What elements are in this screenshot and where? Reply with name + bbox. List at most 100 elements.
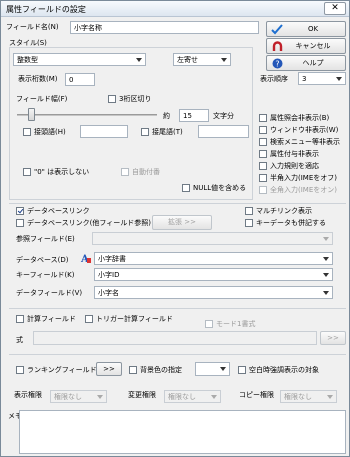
option-label: 入力規則を適応 <box>270 162 319 170</box>
data-field-select[interactable]: 小字名 <box>94 286 333 299</box>
database-label: データベース(D) <box>16 256 69 264</box>
edit-permission-label: 変更権限 <box>128 391 156 399</box>
bg-color-label: 背景色の指定 <box>140 366 182 374</box>
option-checkbox-3[interactable]: 検索メニュー等非表示 <box>259 137 340 147</box>
db-link-other-field-label: データベースリンク(他フィールド参照) <box>27 219 151 227</box>
copy-permission-label: コピー権限 <box>239 391 274 399</box>
option-label: 属性付与非表示 <box>270 150 319 158</box>
option-label: 検索メニュー等非表示 <box>270 138 340 146</box>
database-select[interactable]: 小字辞書 <box>94 252 333 265</box>
window-title: 属性フィールドの設定 <box>6 5 86 14</box>
option-label: ウィンドウ非表示(W) <box>270 126 339 134</box>
alignment-select[interactable]: 左寄せ <box>173 53 231 66</box>
display-order-label: 表示順序 <box>260 75 288 83</box>
option-label: 半角入力(IMEをオフ) <box>270 174 337 182</box>
divider-calc <box>9 308 346 309</box>
field-width-label: フィールド幅(F) <box>16 95 68 103</box>
chars-unit-label: 文字分 <box>213 112 234 120</box>
thousands-separator-checkbox[interactable]: 3桁区切り <box>108 94 151 104</box>
suffix-input[interactable] <box>198 125 249 138</box>
copy-permission-select[interactable]: 権限なし <box>280 390 337 403</box>
database-icon[interactable]: A <box>80 252 92 264</box>
view-permission-label: 表示権限 <box>14 391 42 399</box>
formula-more-button[interactable]: >> <box>320 331 346 345</box>
prefix-input[interactable] <box>80 125 128 138</box>
ok-label: OK <box>307 25 319 33</box>
check-icon <box>271 24 283 35</box>
auto-number-label: 自動付番 <box>132 168 160 176</box>
help-label: ヘルプ <box>302 59 324 67</box>
blank-emphasis-label: 空白時強調表示の対象 <box>249 366 319 374</box>
cancel-label: キャンセル <box>295 42 331 50</box>
calc-field-checkbox[interactable]: 計算フィールド <box>16 314 76 324</box>
key-data-checkbox[interactable]: キーデータも併記する <box>245 218 326 228</box>
display-digits-input[interactable]: 0 <box>65 73 95 86</box>
ranking-field-checkbox[interactable]: ランキングフィールド <box>16 365 97 375</box>
svg-text:?: ? <box>275 60 279 69</box>
null-include-label: NULL値を含める <box>193 184 247 192</box>
divider-db <box>9 203 346 204</box>
view-permission-select[interactable]: 権限なし <box>50 390 107 403</box>
help-button[interactable]: ? ヘルプ <box>266 55 346 71</box>
ref-field-select[interactable] <box>92 232 333 245</box>
ranking-field-label: ランキングフィールド <box>27 366 97 374</box>
blank-emphasis-checkbox[interactable]: 空白時強調表示の対象 <box>238 365 319 375</box>
suffix-label: 接尾語(T) <box>152 128 183 136</box>
bg-color-checkbox[interactable]: 背景色の指定 <box>129 365 182 375</box>
style-group <box>9 47 253 200</box>
ref-field-label: 参照フィールド(E) <box>16 235 75 243</box>
option-label: 属性照会非表示(B) <box>270 114 330 122</box>
key-data-label: キーデータも併記する <box>256 219 326 227</box>
key-field-label: キーフィールド(K) <box>16 271 75 279</box>
ok-button[interactable]: OK <box>266 21 346 37</box>
option-checkbox-7[interactable]: 全角入力(IMEをオン) <box>259 185 337 195</box>
field-name-input[interactable]: 小字名称 <box>70 21 259 34</box>
display-digits-label: 表示桁数(M) <box>18 75 58 83</box>
hide-zero-label: "0" は表示しない <box>34 168 90 176</box>
bg-color-select[interactable] <box>195 362 230 376</box>
thousands-separator-label: 3桁区切り <box>119 95 152 103</box>
option-checkbox-1[interactable]: 属性照会非表示(B) <box>259 113 329 123</box>
data-type-select[interactable]: 整数型 <box>13 53 146 66</box>
suffix-checkbox[interactable]: 接尾語(T) <box>141 127 183 137</box>
memo-textarea[interactable] <box>19 410 346 454</box>
option-checkbox-5[interactable]: 入力規則を適応 <box>259 161 319 171</box>
close-button[interactable]: ✕ <box>324 2 346 15</box>
formula-label: 式 <box>16 336 23 344</box>
db-link-label: データベースリンク <box>27 207 90 215</box>
approx-label: 約 <box>163 112 170 120</box>
ranking-more-button[interactable]: >> <box>96 362 122 376</box>
edit-permission-select[interactable]: 権限なし <box>164 390 221 403</box>
display-order-select[interactable]: 3 <box>298 72 346 85</box>
title-bar: 属性フィールドの設定 ✕ <box>1 1 349 17</box>
trigger-calc-label: トリガー計算フィールド <box>96 315 173 323</box>
option-checkbox-6[interactable]: 半角入力(IMEをオフ) <box>259 173 337 183</box>
trigger-calc-checkbox[interactable]: トリガー計算フィールド <box>85 314 173 324</box>
db-link-other-field-checkbox[interactable]: データベースリンク(他フィールド参照) <box>16 218 151 228</box>
divider-misc <box>9 354 346 355</box>
width-slider-thumb[interactable] <box>28 108 35 121</box>
expand-button[interactable]: 拡張 >> <box>152 215 212 230</box>
key-field-select[interactable]: 小字ID <box>94 268 333 281</box>
auto-number-checkbox[interactable]: 自動付番 <box>121 167 160 177</box>
data-field-label: データフィールド(V) <box>16 289 83 297</box>
formula-input[interactable] <box>33 331 317 345</box>
cancel-button[interactable]: キャンセル <box>266 38 346 54</box>
option-checkbox-2[interactable]: ウィンドウ非表示(W) <box>259 125 338 135</box>
help-icon: ? <box>272 58 283 69</box>
mode1-format-checkbox[interactable]: モード1書式 <box>205 319 255 329</box>
calc-field-label: 計算フィールド <box>27 315 76 323</box>
hide-zero-checkbox[interactable]: "0" は表示しない <box>23 167 89 177</box>
field-name-label: フィールド名(N) <box>6 23 59 31</box>
option-label: 全角入力(IMEをオン) <box>270 186 337 194</box>
null-include-checkbox[interactable]: NULL値を含める <box>182 183 246 193</box>
multi-link-label: マルチリンク表示 <box>256 207 312 215</box>
multi-link-checkbox[interactable]: マルチリンク表示 <box>245 206 312 216</box>
width-chars-input[interactable]: 15 <box>179 109 209 122</box>
option-checkbox-4[interactable]: 属性付与非表示 <box>259 149 319 159</box>
width-slider-track[interactable] <box>17 114 157 116</box>
db-link-checkbox[interactable]: データベースリンク <box>16 206 90 216</box>
prefix-checkbox[interactable]: 接頭語(H) <box>23 127 66 137</box>
dialog-window: 属性フィールドの設定 ✕ フィールド名(N) 小字名称 OK キャンセル ? ヘ… <box>0 0 350 457</box>
prefix-label: 接頭語(H) <box>34 128 66 136</box>
